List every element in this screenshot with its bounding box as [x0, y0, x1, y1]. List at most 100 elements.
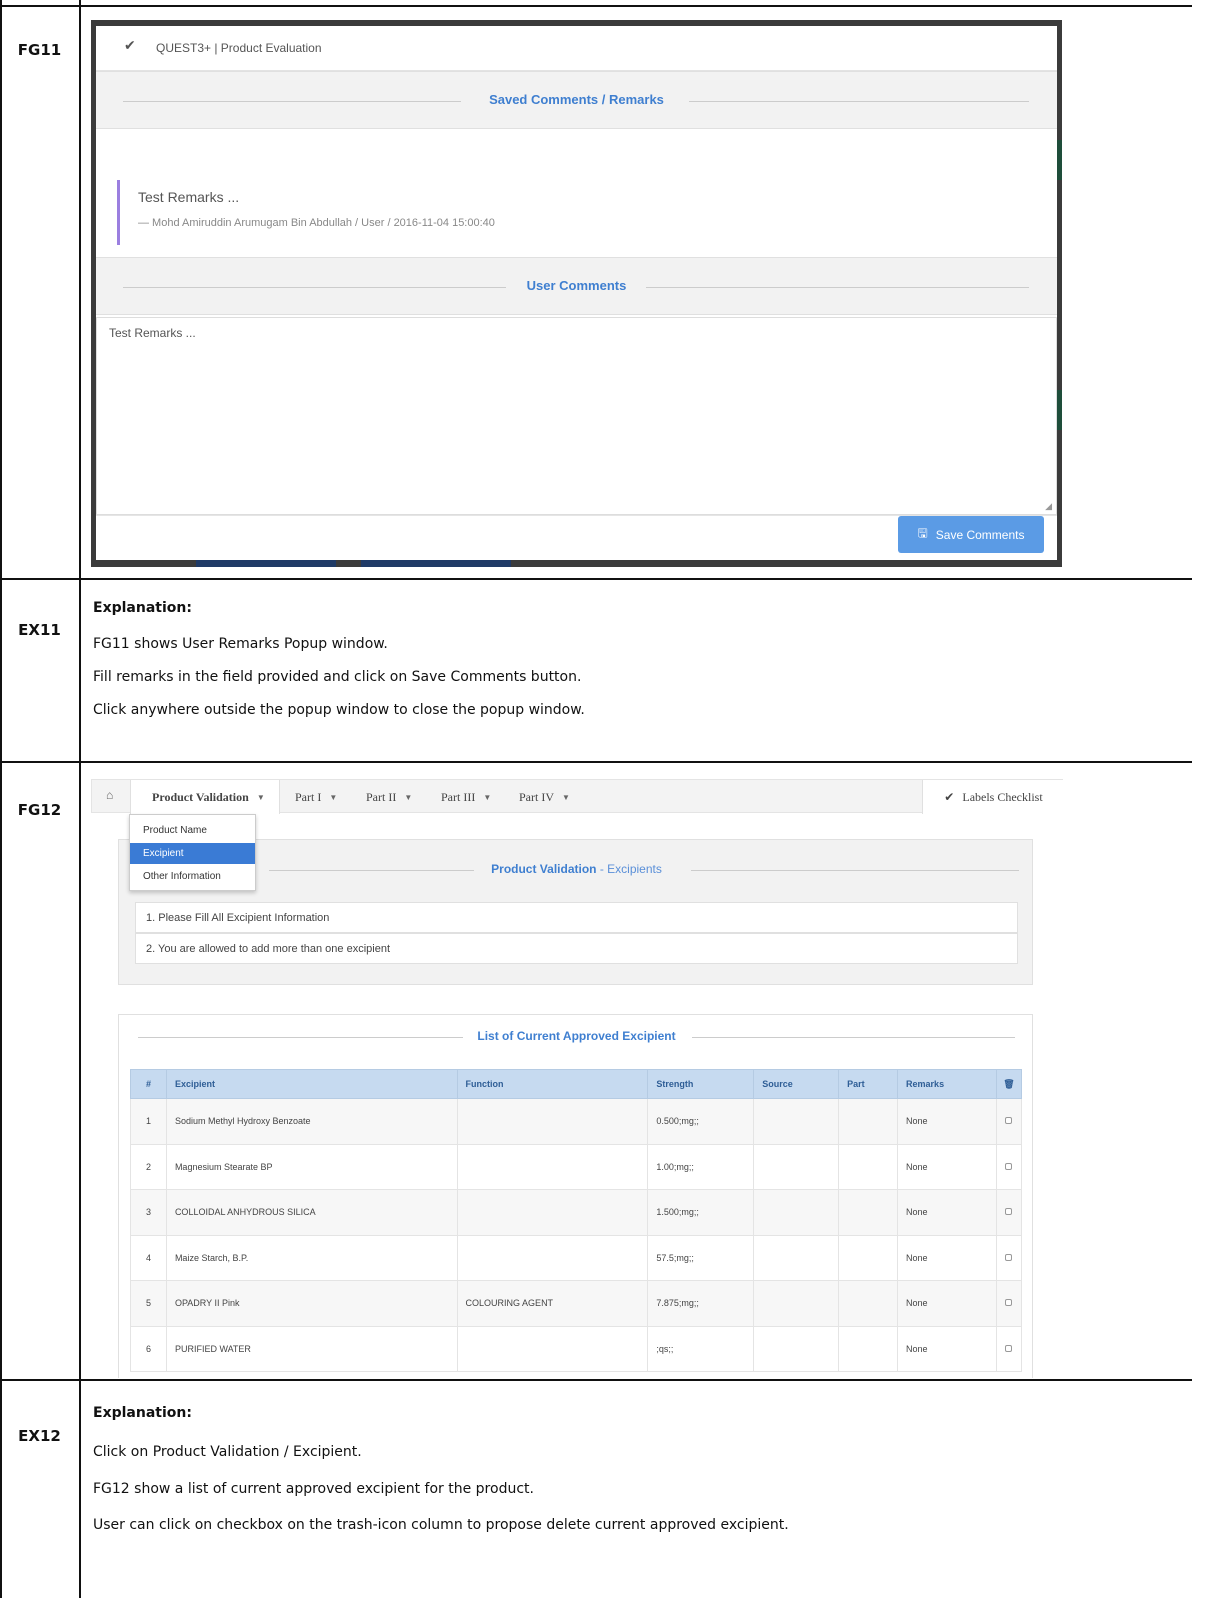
saved-remark-meta: — Mohd Amiruddin Arumugam Bin Abdullah /…	[138, 217, 495, 229]
table-row: 4 Maize Starch, B.P. 57.5;mg;; None	[130, 1234, 1023, 1281]
table-cell-strength: 57.5;mg;;	[647, 1234, 755, 1281]
dropdown-item-excipient[interactable]: Excipient	[130, 843, 255, 864]
column-header[interactable]: Strength	[647, 1069, 755, 1099]
column-header[interactable]: Function	[456, 1069, 649, 1099]
delete-checkbox-cell	[995, 1098, 1023, 1145]
ex12-line: FG12 show a list of current approved exc…	[93, 1481, 534, 1497]
table-cell-strength: 0.500;mg;;	[647, 1098, 755, 1145]
chevron-down-icon: ▼	[404, 792, 413, 802]
delete-checkbox-cell	[995, 1325, 1023, 1372]
panel-title-sub: - Excipients	[596, 862, 662, 876]
table-cell-part	[838, 1098, 899, 1145]
tab-part-1[interactable]: Part I ▼	[295, 780, 337, 814]
table-cell-no: 5	[130, 1280, 167, 1327]
table-cell-no: 3	[130, 1189, 167, 1236]
approved-excipient-panel: List of Current Approved Excipient # Exc…	[118, 1014, 1033, 1378]
remark-accent	[117, 180, 120, 245]
table-column-divider	[79, 0, 81, 1598]
tab-part-2[interactable]: Part II ▼	[366, 780, 412, 814]
table-cell-function	[456, 1098, 649, 1145]
tab-label: Part I	[295, 789, 322, 804]
check-icon: ✔	[944, 789, 955, 804]
table-cell-remarks: None	[897, 1234, 997, 1281]
ex11-heading: Explanation:	[93, 600, 192, 616]
column-header[interactable]: Source	[753, 1069, 840, 1099]
tab-label: Product Validation	[152, 789, 249, 804]
product-validation-dropdown: Product Name Excipient Other Information	[129, 814, 256, 891]
background-fragment	[1057, 390, 1062, 430]
background-fragment	[1057, 140, 1062, 180]
table-cell-source	[753, 1143, 840, 1190]
table-cell-source	[753, 1189, 840, 1236]
table-row: 3 COLLOIDAL ANHYDROUS SILICA 1.500;mg;; Non…	[130, 1189, 1023, 1236]
table-cell-source	[753, 1234, 840, 1281]
ex12-heading: Explanation:	[93, 1405, 192, 1421]
info-note: 2. You are allowed to add more than one …	[135, 933, 1018, 964]
table-cell-source	[753, 1280, 840, 1327]
delete-checkbox[interactable]	[1005, 1299, 1013, 1307]
table-cell-remarks: None	[897, 1280, 997, 1327]
user-comments-title: User Comments	[526, 278, 627, 293]
table-cell-remarks: None	[897, 1143, 997, 1190]
table-cell-remarks: None	[897, 1098, 997, 1145]
list-title: List of Current Approved Excipient	[477, 1029, 676, 1043]
saved-comments-title: Saved Comments / Remarks	[489, 92, 664, 107]
panel-title-main: Product Validation	[491, 862, 597, 876]
table-cell-no: 4	[130, 1234, 167, 1281]
chevron-down-icon: ▼	[256, 792, 265, 802]
table-body: 1 Sodium Methyl Hydroxy Benzoate 0.500;mg;…	[130, 1098, 1023, 1372]
column-header[interactable]: Remarks	[897, 1069, 997, 1099]
popup-screenshot: ✔ QUEST3+ | Product Evaluation Saved Com…	[91, 20, 1062, 567]
delete-checkbox[interactable]	[1005, 1117, 1013, 1125]
table-cell-no: 1	[130, 1098, 167, 1145]
delete-checkbox-cell	[995, 1280, 1023, 1327]
table-cell-function	[456, 1189, 649, 1236]
table-cell-part	[838, 1280, 899, 1327]
row-label: FG12	[17, 801, 62, 819]
chevron-down-icon: ▼	[329, 792, 338, 802]
table-divider	[0, 761, 1192, 763]
delete-checkbox-cell	[995, 1189, 1023, 1236]
check-icon: ✔	[124, 38, 136, 54]
table-cell-remarks: None	[897, 1325, 997, 1372]
tab-part-3[interactable]: Part III ▼	[441, 780, 491, 814]
table-border-left	[0, 0, 2, 1598]
delete-checkbox-cell	[995, 1234, 1023, 1281]
column-header[interactable]: Excipient	[165, 1069, 458, 1099]
table-cell-excipient: Maize Starch, B.P.	[165, 1234, 458, 1281]
dropdown-item-other-information[interactable]: Other Information	[130, 866, 255, 887]
info-note: 1. Please Fill All Excipient Information	[135, 902, 1018, 933]
table-cell-part	[838, 1325, 899, 1372]
tab-product-validation[interactable]: Product Validation ▼	[130, 780, 280, 814]
home-icon[interactable]: ⌂	[106, 788, 113, 802]
table-border-top	[0, 5, 1192, 7]
table-row: 6 PURIFIED WATER ;qs;; None	[130, 1325, 1023, 1372]
comment-textarea[interactable]: Test Remarks ...	[96, 317, 1057, 515]
trash-icon: 🗑	[995, 1069, 1023, 1099]
floppy-icon: 🖫	[917, 526, 928, 540]
table-divider	[0, 578, 1192, 580]
delete-checkbox[interactable]	[1005, 1253, 1013, 1261]
save-comments-button[interactable]: 🖫 Save Comments	[898, 516, 1044, 553]
tab-label: Part III	[441, 789, 476, 804]
table-row: 1 Sodium Methyl Hydroxy Benzoate 0.500;mg;…	[130, 1098, 1023, 1145]
popup-title: QUEST3+ | Product Evaluation	[156, 41, 322, 55]
delete-checkbox[interactable]	[1005, 1162, 1013, 1170]
dropdown-item-product-name[interactable]: Product Name	[130, 820, 255, 841]
labels-checklist-label: Labels Checklist	[962, 789, 1043, 804]
table-cell-strength: 7.875;mg;;	[647, 1280, 755, 1327]
table-cell-function	[456, 1234, 649, 1281]
labels-checklist-button[interactable]: ✔ Labels Checklist	[922, 780, 1063, 814]
delete-checkbox[interactable]	[1005, 1208, 1013, 1216]
background-fragment	[361, 560, 511, 567]
table-divider	[0, 1379, 1192, 1381]
tab-part-4[interactable]: Part IV ▼	[519, 780, 570, 814]
delete-checkbox[interactable]	[1005, 1344, 1013, 1352]
excipient-table: # Excipient Function Strength Source Par…	[130, 1069, 1023, 1372]
column-header[interactable]: Part	[838, 1069, 899, 1099]
table-cell-strength: ;qs;;	[647, 1325, 755, 1372]
row-label: FG11	[17, 41, 62, 59]
remarks-popup: ✔ QUEST3+ | Product Evaluation Saved Com…	[96, 26, 1057, 560]
row-label: EX12	[18, 1427, 61, 1445]
table-header-row: # Excipient Function Strength Source Par…	[130, 1069, 1023, 1099]
